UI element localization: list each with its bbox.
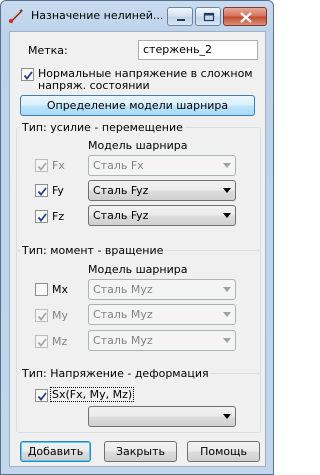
window-title: Назначение нелиней... [31,9,163,22]
mx-model-value: Сталь Myz [93,283,153,296]
checkmark-icon [37,162,47,171]
mz-label: Mz [52,335,68,348]
mx-checkbox[interactable] [35,283,48,296]
fx-model-value: Сталь Fx [93,159,144,172]
checkmark-icon [23,71,33,80]
sx-checkbox[interactable] [35,389,48,402]
label-field-label: Метка: [28,44,68,57]
chevron-down-icon [223,213,231,218]
chevron-down-icon [223,188,231,193]
maximize-button[interactable] [195,7,221,26]
mx-model-select[interactable]: Сталь Myz [88,279,236,300]
fy-model-value: Сталь Fyz [93,184,149,197]
dialog-window: Назначение нелиней... Метка: стержень_2 … [0,0,274,475]
sx-label: Sx(Fx, My, Mz) [49,387,135,402]
close-window-button[interactable] [223,7,267,26]
fz-model-select[interactable]: Сталь Fyz [88,205,236,226]
add-button[interactable]: Добавить [20,441,91,462]
mx-label: Mx [52,283,69,296]
chevron-down-icon [223,287,231,292]
checkmark-icon [37,392,47,401]
my-label: My [52,309,69,322]
title-bar[interactable]: Назначение нелиней... [1,1,273,31]
stress-model-select[interactable] [88,406,236,427]
chevron-down-icon [223,338,231,343]
chevron-down-icon [223,414,231,419]
group-moment-title: Тип: момент - вращение [20,244,166,257]
label-input[interactable]: стержень_2 [138,40,258,60]
mz-model-select[interactable]: Сталь Myz [88,330,236,351]
fz-label: Fz [52,210,65,223]
force-hinge-model-header: Модель шарнира [88,139,188,152]
dialog-client-area: Метка: стержень_2 Нормальные напряжение … [9,31,266,467]
checkmark-icon [37,338,47,347]
mz-checkbox[interactable] [35,335,48,348]
define-hinge-model-button[interactable]: Определение модели шарнира [20,95,255,116]
fx-model-select[interactable]: Сталь Fx [88,155,236,176]
minimize-icon [177,19,185,21]
fy-model-select[interactable]: Сталь Fyz [88,180,236,201]
chevron-down-icon [223,163,231,168]
fy-label: Fy [52,184,64,197]
fx-label: Fx [52,159,65,172]
normal-stress-label-line2: напряж. состоянии [38,79,150,92]
help-button[interactable]: Помощь [187,441,260,462]
fy-checkbox[interactable] [35,184,48,197]
group-stress-title: Тип: Напряжение - деформация [20,367,211,380]
my-model-select[interactable]: Сталь Myz [88,304,236,325]
minimize-button[interactable] [167,7,193,26]
my-model-value: Сталь Myz [93,308,153,321]
fx-checkbox[interactable] [35,159,48,172]
maximize-icon [203,12,215,22]
normal-stress-checkbox[interactable] [21,68,34,81]
moment-hinge-model-header: Модель шарнира [88,263,188,276]
group-force-title: Тип: усилие - перемещение [20,121,185,134]
app-icon [8,9,23,24]
fz-model-value: Сталь Fyz [93,209,149,222]
my-checkbox[interactable] [35,309,48,322]
close-button[interactable]: Закрыть [104,441,177,462]
checkmark-icon [37,312,47,321]
checkmark-icon [37,187,47,196]
mz-model-value: Сталь Myz [93,334,153,347]
checkmark-icon [37,213,47,222]
fz-checkbox[interactable] [35,210,48,223]
close-icon [240,12,252,23]
chevron-down-icon [223,312,231,317]
